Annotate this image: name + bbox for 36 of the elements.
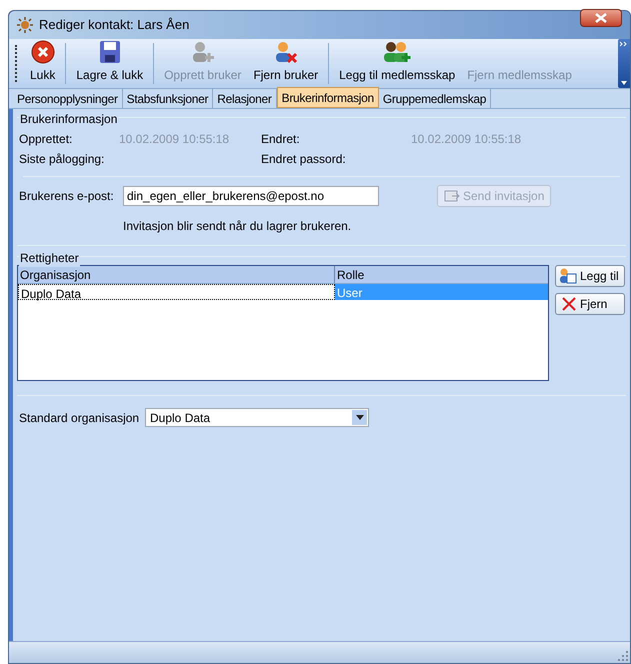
field-label: Brukerens e-post: [19, 188, 115, 205]
email-field[interactable]: din_egen_eller_brukerens@epost.no [123, 186, 379, 206]
tab[interactable]: Brukerinformasjon [276, 87, 379, 108]
table-cell: User [335, 284, 548, 300]
close-icon [595, 13, 607, 23]
table-cell: Duplo Data [18, 284, 335, 300]
field-label: Siste pålogging: [19, 151, 106, 168]
organization-dropdown[interactable]: Duplo Data [145, 408, 369, 427]
column-header[interactable]: Organisasjon [18, 266, 335, 283]
field-label: Opprettet: [19, 131, 74, 148]
add-button[interactable]: Legg til [555, 265, 625, 287]
toolbar-button[interactable]: Fjern bruker [247, 39, 324, 88]
tab[interactable]: Personopplysninger [13, 89, 123, 108]
remove-button[interactable]: Fjern [555, 293, 625, 315]
toolbar-button[interactable]: Lagre & lukk [70, 39, 150, 88]
overflow-chevron-icon[interactable] [618, 39, 630, 88]
field-value: 10.02.2009 10:55:18 [119, 131, 230, 148]
field-value: 10.02.2009 10:55:18 [411, 131, 522, 148]
user-card-icon [559, 268, 577, 284]
column-header[interactable]: Rolle [335, 266, 548, 283]
resize-grip-icon[interactable] [618, 651, 628, 661]
window-title: Rediger kontakt: Lars Åen [39, 16, 190, 34]
tab[interactable]: Gruppemedlemskap [378, 89, 492, 108]
close-button[interactable] [580, 9, 622, 27]
sun-icon [17, 17, 33, 33]
field-label: Endret: [261, 131, 301, 148]
toolbar-button[interactable]: Lukk [24, 39, 62, 88]
add-group-icon [382, 40, 412, 64]
mail-icon [444, 189, 460, 203]
tab[interactable]: Stabsfunksjoner [122, 89, 214, 108]
info-text: Invitasjon blir sendt når du lagrer brukeren. [122, 218, 352, 235]
field-label: Endret passord: [261, 151, 347, 168]
field-label: Standard organisasjon [19, 410, 140, 426]
close-icon [30, 40, 55, 64]
remove-icon [562, 297, 576, 311]
table-row[interactable]: Duplo Data User [18, 284, 548, 300]
